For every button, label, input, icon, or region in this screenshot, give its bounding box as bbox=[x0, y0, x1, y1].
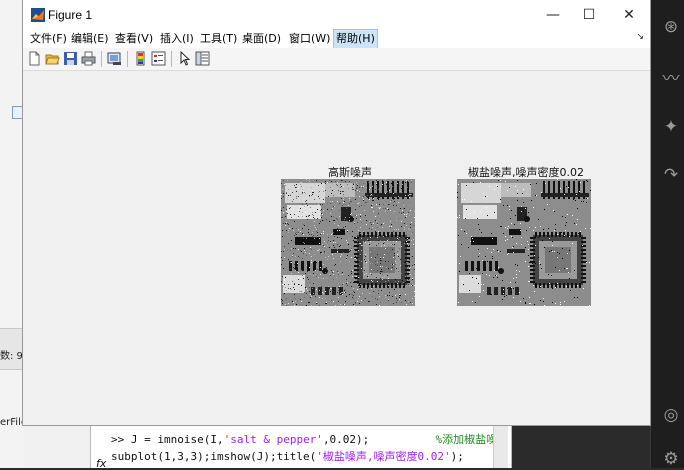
account-icon[interactable]: ◎ bbox=[660, 404, 682, 426]
menu-file[interactable]: 文件(F) bbox=[28, 30, 69, 48]
menu-insert[interactable]: 插入(I) bbox=[158, 30, 196, 48]
open-file-icon[interactable] bbox=[45, 51, 60, 66]
fx-label: fx bbox=[96, 457, 107, 470]
menu-edit[interactable]: 编辑(E) bbox=[69, 30, 111, 48]
command-line-1: >> J = imnoise(I,'salt & pepper',0.02); … bbox=[111, 433, 498, 446]
menu-view[interactable]: 查看(V) bbox=[113, 30, 155, 48]
sidebar-divider bbox=[650, 0, 651, 468]
command-window[interactable]: >> J = imnoise(I,'salt & pepper',0.02); … bbox=[90, 425, 512, 468]
wave-icon[interactable]: 〰 bbox=[660, 68, 682, 90]
close-button[interactable]: ✕ bbox=[607, 0, 651, 30]
python-icon[interactable]: ✦ bbox=[660, 116, 682, 138]
background-panel bbox=[24, 425, 90, 468]
github-icon[interactable]: ⊛ bbox=[660, 16, 682, 38]
colorbar-icon[interactable] bbox=[133, 51, 148, 66]
toolbar-separator bbox=[127, 51, 128, 67]
property-inspector-icon[interactable] bbox=[195, 51, 210, 66]
axes-2-title: 椒盐噪声,噪声密度0.02 bbox=[468, 166, 584, 179]
gaussian-noise-image bbox=[281, 179, 415, 306]
legend-icon[interactable] bbox=[151, 51, 166, 66]
new-figure-icon[interactable] bbox=[27, 51, 42, 66]
link-plot-icon[interactable] bbox=[107, 51, 122, 66]
file-icon bbox=[12, 106, 23, 119]
matlab-icon bbox=[31, 8, 45, 22]
print-icon[interactable] bbox=[81, 51, 96, 66]
menu-tools[interactable]: 工具(T) bbox=[198, 30, 239, 48]
settings-icon[interactable]: ⚙ bbox=[660, 448, 682, 470]
toolbar-separator bbox=[101, 51, 102, 67]
command-window-scrollbar[interactable] bbox=[493, 425, 508, 468]
menu-desktop[interactable]: 桌面(D) bbox=[240, 30, 283, 48]
figure-window: Figure 1 — ☐ ✕ 文件(F) 编辑(E) 查看(V) 插入(I) 工… bbox=[23, 0, 650, 425]
axes-1-title: 高斯噪声 bbox=[328, 166, 372, 179]
figure-canvas[interactable]: 高斯噪声 椒盐噪声,噪声密度0.02 bbox=[23, 71, 650, 425]
title-bar[interactable]: Figure 1 — ☐ ✕ bbox=[23, 0, 650, 30]
figure-toolbar bbox=[23, 48, 650, 71]
toolbar-separator bbox=[171, 51, 172, 67]
salt-pepper-noise-image bbox=[457, 179, 591, 306]
command-line-2: subplot(1,3,3);imshow(J);title('椒盐噪声,噪声密… bbox=[111, 450, 464, 463]
save-icon[interactable] bbox=[63, 51, 78, 66]
menu-help[interactable]: 帮助(H) bbox=[333, 29, 378, 49]
maximize-button[interactable]: ☐ bbox=[567, 0, 611, 30]
share-icon[interactable]: ↷ bbox=[660, 164, 682, 186]
background-left-panel bbox=[0, 0, 24, 468]
window-title: Figure 1 bbox=[48, 8, 93, 22]
menu-window[interactable]: 窗口(W) bbox=[287, 30, 332, 48]
menu-bar: 文件(F) 编辑(E) 查看(V) 插入(I) 工具(T) 桌面(D) 窗口(W… bbox=[23, 29, 650, 49]
pointer-icon[interactable] bbox=[177, 51, 192, 66]
menu-overflow-arrow[interactable]: ↘ bbox=[636, 32, 644, 42]
